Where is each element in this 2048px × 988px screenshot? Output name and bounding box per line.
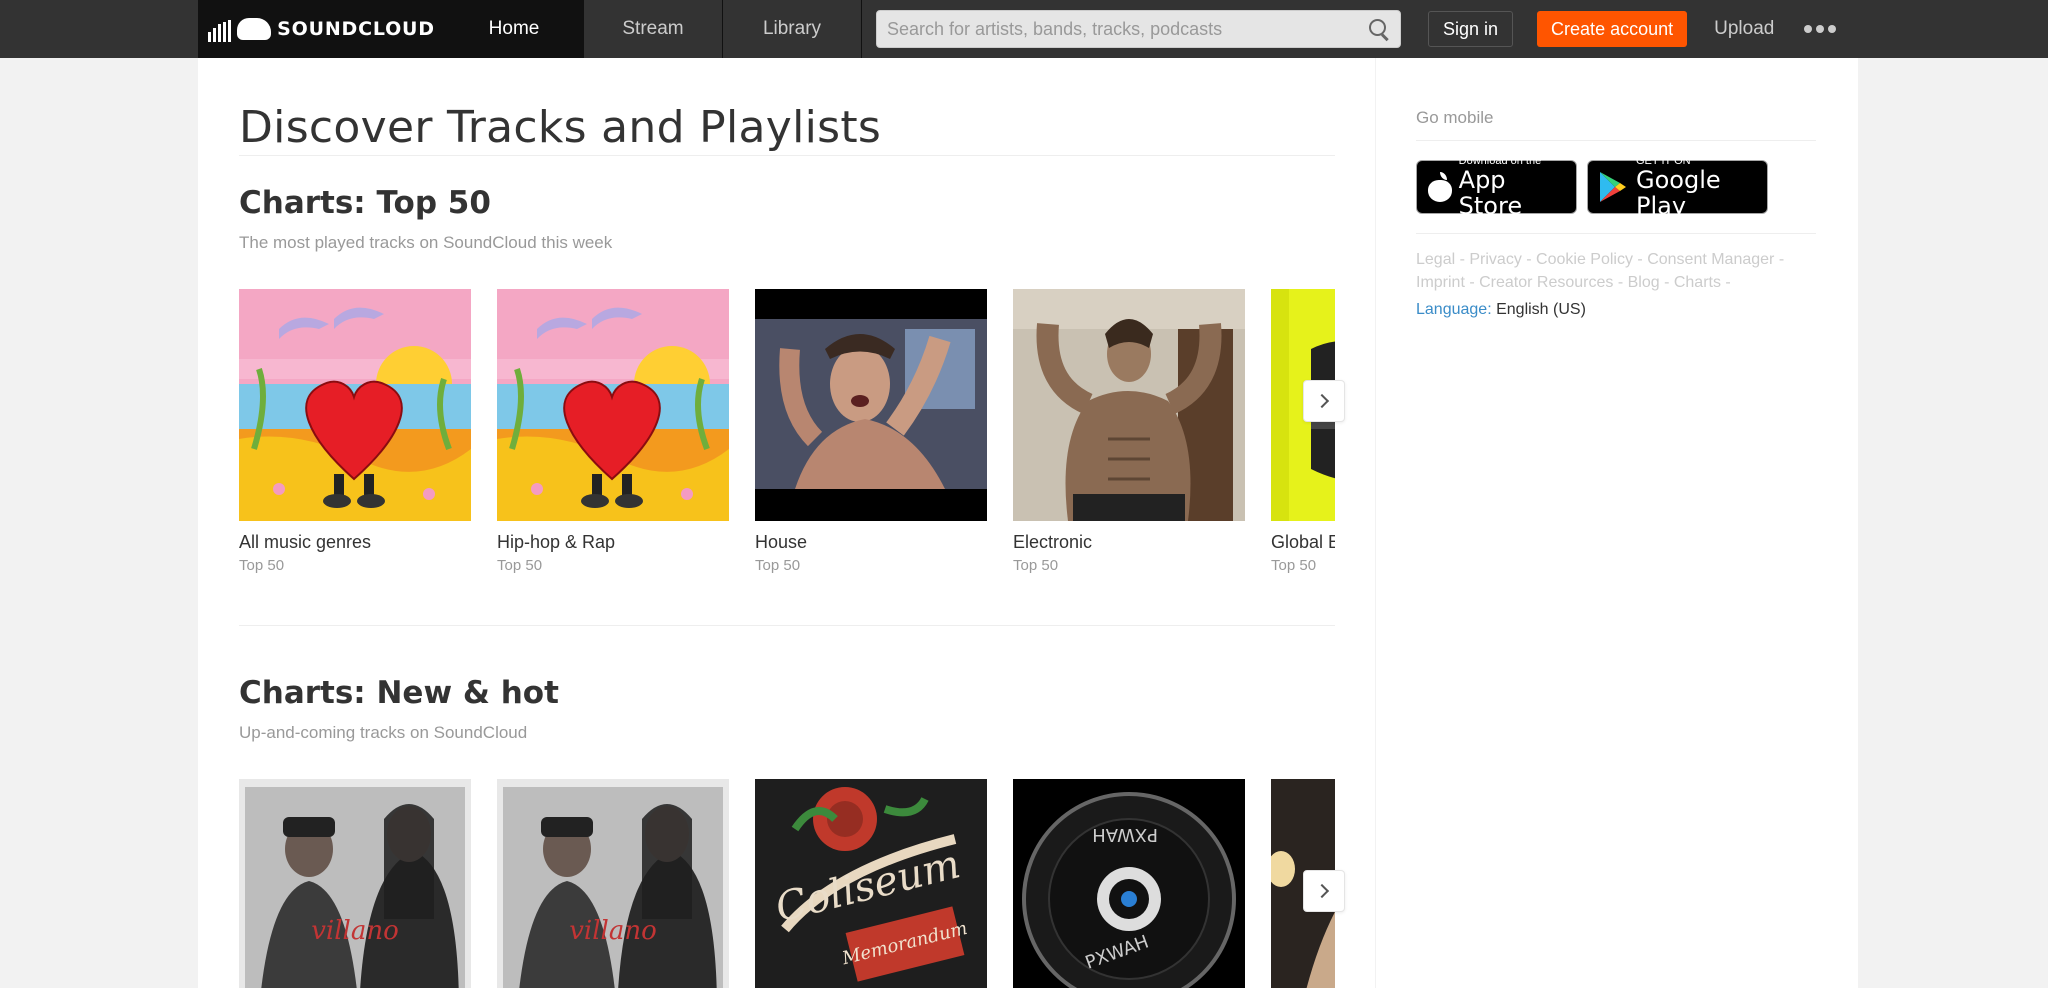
chart-card[interactable]: All music genres Top 50 — [239, 289, 471, 574]
chevron-right-icon — [1314, 393, 1330, 409]
upload-link[interactable]: Upload — [1714, 18, 1774, 40]
go-mobile-heading: Go mobile — [1416, 108, 1494, 127]
create-account-button[interactable]: Create account — [1537, 11, 1688, 47]
app-store-big-text: App Store — [1458, 166, 1523, 220]
logo-text: SOUNDCLOUD — [277, 18, 435, 40]
svg-text:PXWAH: PXWAH — [1092, 824, 1158, 845]
nav-tab-stream[interactable]: Stream — [584, 0, 723, 58]
artwork-heart-beach[interactable] — [239, 289, 471, 521]
carousel-top50: All music genres Top 50 Hip-hop & Rap To… — [239, 289, 1335, 589]
google-play-text: GET IT ON Google Play — [1636, 155, 1757, 219]
soundcloud-cloud-icon — [237, 18, 272, 40]
soundcloud-logo[interactable]: SOUNDCLOUD — [198, 0, 445, 58]
chart-card[interactable]: Global Electronic Top 50 — [1271, 289, 1335, 574]
card-subtitle: Top 50 — [497, 557, 543, 574]
chart-card[interactable]: Electronic Top 50 — [1013, 289, 1245, 574]
search-box[interactable] — [876, 10, 1401, 48]
chart-card[interactable]: PXWAH PXWAH — [1013, 779, 1245, 988]
section-divider — [239, 625, 1335, 626]
google-play-big-text: Google Play — [1636, 166, 1721, 220]
artwork-duo-poster[interactable]: villano — [497, 779, 729, 988]
svg-text:villano: villano — [311, 916, 399, 946]
more-options-icon[interactable] — [1804, 25, 1837, 33]
sign-in-button[interactable]: Sign in — [1428, 11, 1514, 47]
app-store-text: Download on the App Store — [1459, 155, 1566, 219]
footer-links: Legal - Privacy - Cookie Policy - Consen… — [1416, 248, 1816, 294]
search-input[interactable] — [887, 18, 1368, 40]
google-play-badge[interactable]: GET IT ON Google Play — [1587, 155, 1768, 219]
card-subtitle: Top 50 — [1271, 557, 1317, 574]
card-title[interactable]: House — [755, 532, 987, 553]
soundcloud-bars-icon — [208, 16, 232, 42]
section-title-new-hot[interactable]: Charts: New & hot — [239, 675, 559, 711]
card-title[interactable]: All music genres — [239, 532, 471, 553]
search-icon[interactable] — [1368, 18, 1390, 40]
chart-card[interactable]: villano — [239, 779, 471, 988]
nav-tab-home[interactable]: Home — [445, 0, 584, 58]
chart-card[interactable]: Hip-hop & Rap Top 50 — [497, 289, 729, 574]
app-store-badge[interactable]: Download on the App Store — [1416, 155, 1577, 219]
top-navigation-inner: SOUNDCLOUD Home Stream Library Sign in C… — [198, 0, 1858, 58]
apple-icon — [1427, 172, 1452, 202]
card-title[interactable]: Electronic — [1013, 532, 1245, 553]
section-subtitle-top50: The most played tracks on SoundCloud thi… — [239, 233, 613, 252]
chart-card[interactable]: House Top 50 — [755, 289, 987, 574]
sidebar-divider — [1375, 58, 1376, 988]
section-subtitle-new-hot: Up-and-coming tracks on SoundCloud — [239, 723, 528, 742]
footer-links-line-1[interactable]: Legal - Privacy - Cookie Policy - Consen… — [1416, 248, 1816, 271]
carousel-next-button[interactable] — [1303, 870, 1345, 912]
top-navigation-bar: SOUNDCLOUD Home Stream Library Sign in C… — [0, 0, 2048, 58]
carousel-next-button[interactable] — [1303, 380, 1345, 422]
section-title-top50[interactable]: Charts: Top 50 — [239, 185, 491, 221]
card-title[interactable]: Global Electronic — [1271, 532, 1335, 553]
page-title: Discover Tracks and Playlists — [239, 102, 882, 153]
carousel-new-hot: villano villano Coliseum Memorandum PXWA… — [239, 779, 1335, 988]
chevron-right-icon — [1314, 883, 1330, 899]
svg-text:villano: villano — [569, 916, 657, 946]
artwork-photo-flex-muscle[interactable] — [1013, 289, 1245, 521]
card-subtitle: Top 50 — [1013, 557, 1059, 574]
artwork-rose-coliseum[interactable]: Coliseum Memorandum — [755, 779, 987, 988]
language-value[interactable]: English (US) — [1496, 301, 1586, 318]
nav-tab-library[interactable]: Library — [723, 0, 862, 58]
chart-card[interactable]: Coliseum Memorandum — [755, 779, 987, 988]
card-title[interactable]: Hip-hop & Rap — [497, 532, 729, 553]
card-subtitle: Top 50 — [755, 557, 801, 574]
artwork-vinyl-disc[interactable]: PXWAH PXWAH — [1013, 779, 1245, 988]
title-divider — [239, 155, 1335, 156]
language-label[interactable]: Language: — [1416, 301, 1492, 318]
artwork-photo-flex-dark[interactable] — [755, 289, 987, 521]
page-container: Discover Tracks and Playlists Charts: To… — [198, 58, 1858, 988]
language-selector[interactable]: Language: English (US) — [1416, 301, 1586, 319]
artwork-heart-beach[interactable] — [497, 289, 729, 521]
sidebar-divider-top — [1416, 140, 1816, 141]
artwork-duo-poster[interactable]: villano — [239, 779, 471, 988]
google-play-icon — [1598, 170, 1628, 204]
chart-card[interactable]: villano — [497, 779, 729, 988]
card-subtitle: Top 50 — [239, 557, 285, 574]
sidebar-divider-bottom — [1416, 233, 1816, 234]
footer-links-line-2[interactable]: Imprint - Creator Resources - Blog - Cha… — [1416, 271, 1816, 294]
